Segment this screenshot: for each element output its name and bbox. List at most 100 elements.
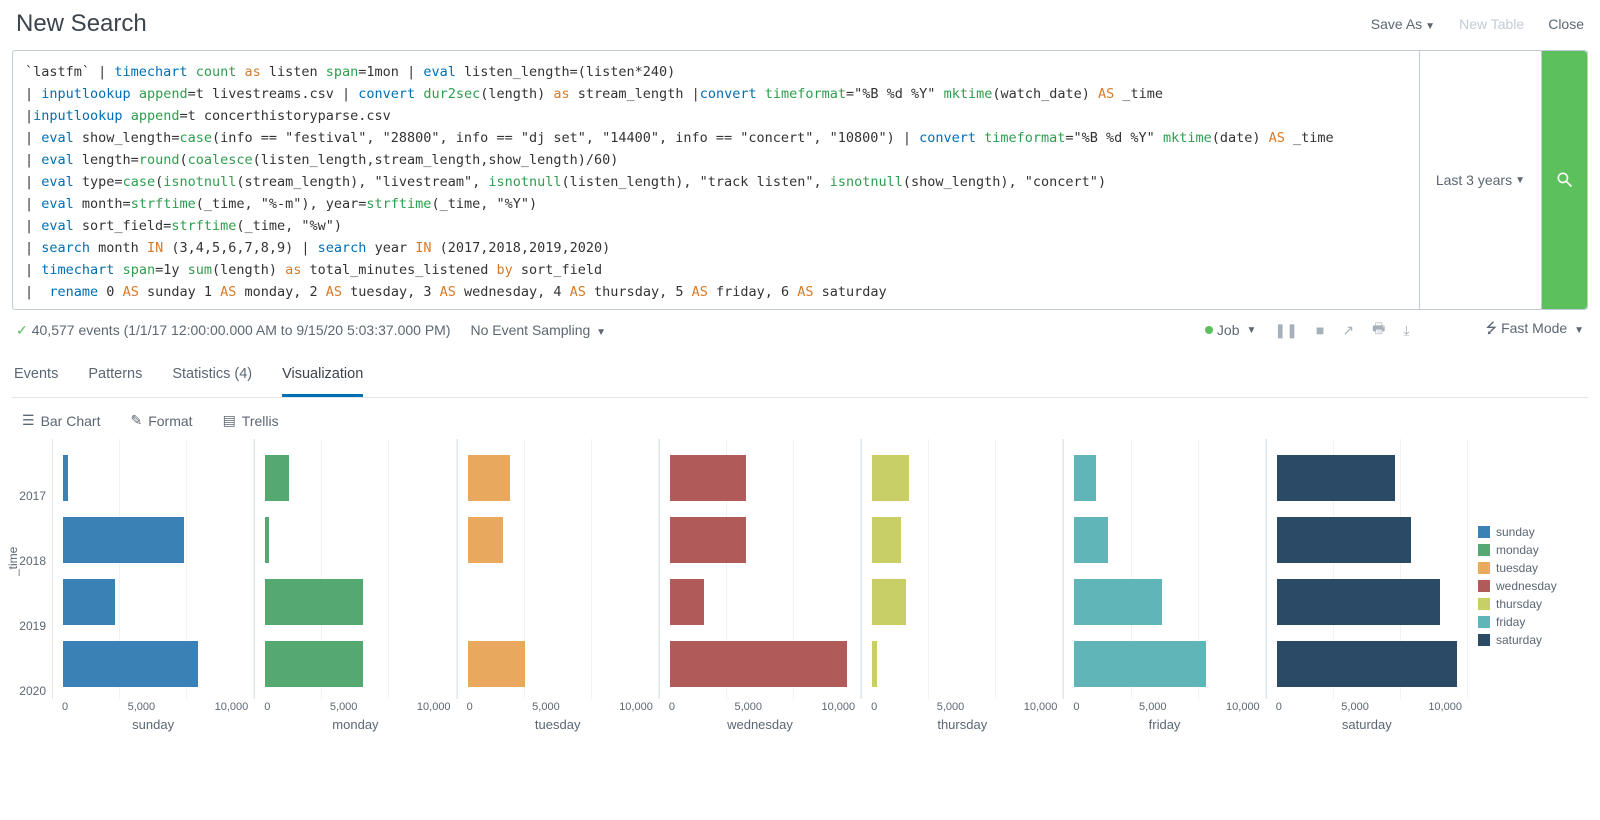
bar[interactable] — [63, 455, 68, 501]
bar[interactable] — [1277, 641, 1457, 687]
bar[interactable] — [265, 517, 268, 563]
trellis-panel: 05,00010,000friday — [1063, 439, 1265, 732]
bar[interactable] — [468, 641, 525, 687]
bar-chart-icon: ☰ — [22, 412, 35, 429]
chart-type-picker[interactable]: ☰Bar Chart — [22, 412, 100, 429]
event-sampling-menu[interactable]: No Event Sampling ▼ — [470, 322, 606, 338]
panel-title: friday — [1063, 717, 1265, 732]
search-page: New Search Save As▼ New Table Close `las… — [0, 0, 1600, 732]
x-tick-label: 5,000 — [734, 701, 762, 713]
trellis-button[interactable]: ▤Trellis — [223, 412, 279, 429]
legend-item[interactable]: tuesday — [1478, 561, 1588, 575]
trellis-panel: 0 5,000 10,000 thursday — [861, 439, 1063, 732]
legend: sunday monday tuesday wednesday thursday frid… — [1468, 439, 1588, 732]
pencil-icon: ✎ — [130, 412, 142, 429]
share-icon[interactable]: ↗ — [1342, 322, 1354, 339]
y-tick-label: 2019 — [19, 619, 46, 633]
bar[interactable] — [872, 579, 906, 625]
legend-item[interactable]: wednesday — [1478, 579, 1588, 593]
x-tick-label: 0 — [669, 701, 675, 713]
bar[interactable] — [1277, 455, 1395, 501]
bar[interactable] — [670, 455, 746, 501]
result-tabs: Events Patterns Statistics (4) Visualiza… — [12, 356, 1588, 398]
bar[interactable] — [1277, 517, 1412, 563]
bar[interactable] — [468, 517, 503, 563]
export-icon[interactable]: ⤓ — [1403, 322, 1409, 339]
bar[interactable] — [63, 517, 184, 563]
job-menu[interactable]: Job▼ — [1205, 322, 1256, 338]
page-header: New Search Save As▼ New Table Close — [12, 0, 1588, 50]
search-input[interactable]: `lastfm` | timechart count as listen spa… — [13, 51, 1419, 309]
time-range-picker[interactable]: Last 3 years▼ — [1419, 51, 1541, 309]
search-mode-menu[interactable]: ⭍ Fast Mode ▼ — [1486, 318, 1585, 342]
stop-icon[interactable]: ■ — [1316, 322, 1324, 338]
new-table-button: New Table — [1459, 16, 1524, 32]
bar[interactable] — [670, 579, 704, 625]
save-as-menu[interactable]: Save As▼ — [1371, 16, 1435, 32]
bar[interactable] — [265, 641, 363, 687]
viz-toolbar: ☰Bar Chart ✎Format ▤Trellis — [12, 398, 1588, 439]
bar[interactable] — [63, 579, 115, 625]
legend-swatch — [1478, 526, 1490, 538]
tab-patterns[interactable]: Patterns — [88, 356, 142, 397]
legend-label: tuesday — [1496, 561, 1538, 575]
panel-title: wednesday — [659, 717, 861, 732]
status-dot-icon — [1205, 326, 1213, 334]
pause-icon[interactable]: ❚❚ — [1274, 322, 1297, 339]
bar[interactable] — [63, 641, 198, 687]
trellis-panel: 05,00010,000tuesday — [457, 439, 659, 732]
legend-label: wednesday — [1496, 579, 1557, 593]
tab-statistics[interactable]: Statistics (4) — [172, 356, 252, 397]
legend-swatch — [1478, 544, 1490, 556]
bar[interactable] — [1074, 641, 1205, 687]
grid-icon: ▤ — [223, 412, 236, 429]
panel-title: saturday — [1266, 717, 1468, 732]
panel-title: thursday — [861, 717, 1063, 732]
y-tick-label: 2020 — [19, 684, 46, 698]
header-actions: Save As▼ New Table Close — [1371, 16, 1584, 32]
tab-visualization[interactable]: Visualization — [282, 356, 363, 397]
legend-label: friday — [1496, 615, 1525, 629]
events-count: ✓40,577 events (1/1/17 12:00:00.000 AM t… — [16, 322, 450, 339]
legend-item[interactable]: saturday — [1478, 633, 1588, 647]
print-icon[interactable]: 🖶 — [1372, 318, 1385, 342]
bar[interactable] — [1074, 455, 1096, 501]
legend-swatch — [1478, 580, 1490, 592]
bar[interactable] — [872, 517, 901, 563]
run-search-button[interactable] — [1541, 51, 1587, 309]
bar[interactable] — [265, 455, 289, 501]
legend-item[interactable]: friday — [1478, 615, 1588, 629]
bar[interactable] — [265, 579, 363, 625]
bar[interactable] — [670, 517, 746, 563]
x-tick-label: 0 — [467, 701, 473, 713]
legend-item[interactable]: thursday — [1478, 597, 1588, 611]
trellis-panel: 05,00010,000sunday — [52, 439, 254, 732]
legend-item[interactable]: sunday — [1478, 525, 1588, 539]
legend-item[interactable]: monday — [1478, 543, 1588, 557]
y-tick-label: 2018 — [19, 554, 46, 568]
y-axis-label: _time — [6, 546, 20, 575]
x-tick-label: 5,000 — [937, 701, 965, 713]
bar[interactable] — [1074, 579, 1162, 625]
x-tick-label: 10,000 — [417, 701, 451, 713]
tab-events[interactable]: Events — [14, 356, 58, 397]
panel-title: monday — [254, 717, 456, 732]
bar[interactable] — [670, 641, 847, 687]
x-tick-label: 0 — [871, 701, 877, 713]
bar[interactable] — [1074, 517, 1108, 563]
bar[interactable] — [1277, 579, 1440, 625]
x-tick-label: 10,000 — [215, 701, 249, 713]
close-button[interactable]: Close — [1548, 16, 1584, 32]
x-tick-label: 0 — [62, 701, 68, 713]
legend-label: sunday — [1496, 525, 1535, 539]
format-button[interactable]: ✎Format — [130, 412, 192, 429]
x-tick-label: 10,000 — [1428, 701, 1462, 713]
legend-label: monday — [1496, 543, 1539, 557]
x-tick-label: 10,000 — [1024, 701, 1058, 713]
legend-swatch — [1478, 616, 1490, 628]
trellis-panel: 05,00010,000monday — [254, 439, 456, 732]
bar[interactable] — [872, 641, 877, 687]
bar[interactable] — [468, 455, 510, 501]
legend-label: thursday — [1496, 597, 1542, 611]
bar[interactable] — [872, 455, 909, 501]
